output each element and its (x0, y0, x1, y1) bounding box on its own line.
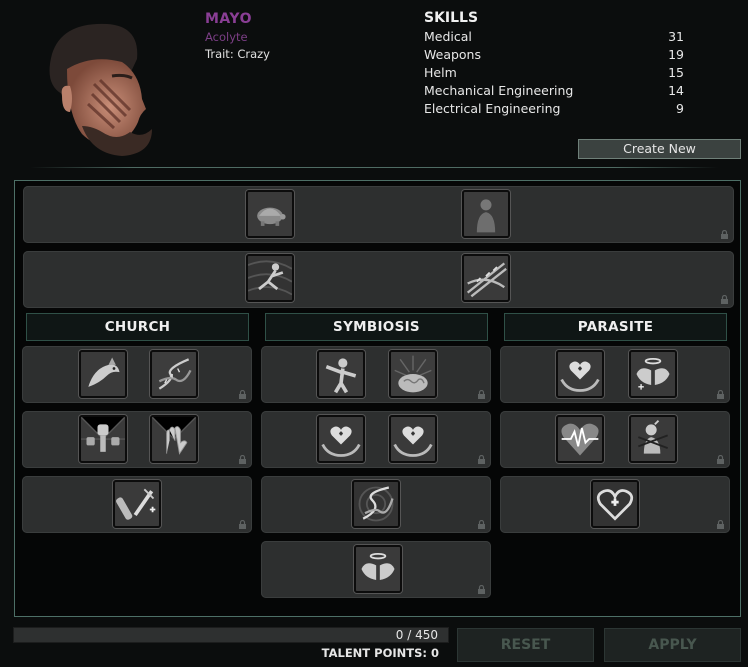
skills-list: Medical 31 Weapons 19 Helm 15 Mechanical… (424, 28, 684, 118)
skill-row: Mechanical Engineering 14 (424, 82, 684, 100)
skill-name: Weapons (424, 47, 481, 62)
skill-row: Medical 31 (424, 28, 684, 46)
skill-row: Helm 15 (424, 64, 684, 82)
church-row-2 (22, 411, 252, 468)
character-job: Acolyte (205, 30, 248, 44)
skill-row: Electrical Engineering 9 (424, 100, 684, 118)
skill-name: Medical (424, 29, 472, 44)
symbiosis-row-1 (261, 346, 491, 403)
heart-hands-icon[interactable] (556, 350, 604, 398)
skill-value: 19 (668, 47, 684, 62)
skill-value: 9 (676, 101, 684, 116)
lock-icon (721, 295, 728, 304)
raised-fists-icon[interactable] (79, 415, 127, 463)
branch-header-parasite: PARASITE (504, 313, 727, 341)
skill-name: Electrical Engineering (424, 101, 561, 116)
open-hand-icon[interactable] (150, 415, 198, 463)
symbiosis-row-2 (261, 411, 491, 468)
bound-creature-icon[interactable] (629, 415, 677, 463)
lock-icon (239, 390, 246, 399)
branch-header-church: CHURCH (26, 313, 249, 341)
church-row-1 (22, 346, 252, 403)
header-divider (30, 167, 718, 168)
character-portrait (22, 14, 172, 164)
skill-value: 15 (668, 65, 684, 80)
winged-halo-icon[interactable] (354, 545, 402, 593)
skills-title: SKILLS (424, 10, 479, 26)
tangled-vines-icon[interactable] (462, 254, 510, 302)
turtle-icon[interactable] (246, 190, 294, 238)
lock-icon (239, 455, 246, 464)
character-name: MAYO (205, 11, 252, 27)
heart-cross-icon[interactable] (591, 480, 639, 528)
lock-icon (478, 585, 485, 594)
talent-row-base-1 (23, 186, 734, 243)
create-new-button[interactable]: Create New (578, 139, 741, 159)
heart-hands-icon[interactable] (389, 415, 437, 463)
lock-icon (478, 520, 485, 529)
dna-swirl-icon[interactable] (352, 480, 400, 528)
heart-hands-icon[interactable] (317, 415, 365, 463)
leaping-figure-icon[interactable] (246, 254, 294, 302)
skill-name: Helm (424, 65, 457, 80)
character-trait: Trait: Crazy (205, 47, 270, 61)
lock-icon (721, 230, 728, 239)
winged-halo-icon[interactable] (629, 350, 677, 398)
lock-icon (717, 520, 724, 529)
parasite-row-2 (500, 411, 730, 468)
talent-points-label: TALENT POINTS: 0 (321, 646, 439, 660)
talent-row-base-2 (23, 251, 734, 308)
reset-button[interactable]: RESET (457, 628, 594, 662)
skill-name: Mechanical Engineering (424, 83, 574, 98)
lock-icon (478, 390, 485, 399)
fish-creature-icon[interactable] (79, 350, 127, 398)
syringe-vial-icon[interactable] (113, 480, 161, 528)
muscular-figure-icon[interactable] (317, 350, 365, 398)
lock-icon (717, 455, 724, 464)
human-silhouette-icon[interactable] (462, 190, 510, 238)
brain-icon[interactable] (389, 350, 437, 398)
lock-icon (717, 390, 724, 399)
dna-strand-icon[interactable] (150, 350, 198, 398)
skill-value: 14 (668, 83, 684, 98)
heartbeat-icon[interactable] (556, 415, 604, 463)
lock-icon (478, 455, 485, 464)
branch-header-symbiosis: SYMBIOSIS (265, 313, 488, 341)
lock-icon (239, 520, 246, 529)
skill-row: Weapons 19 (424, 46, 684, 64)
skill-value: 31 (668, 29, 684, 44)
talent-progress-text: 0 / 450 (395, 628, 438, 642)
parasite-row-1 (500, 346, 730, 403)
apply-button[interactable]: APPLY (604, 628, 741, 662)
talent-progress-bar: 0 / 450 (13, 627, 449, 643)
